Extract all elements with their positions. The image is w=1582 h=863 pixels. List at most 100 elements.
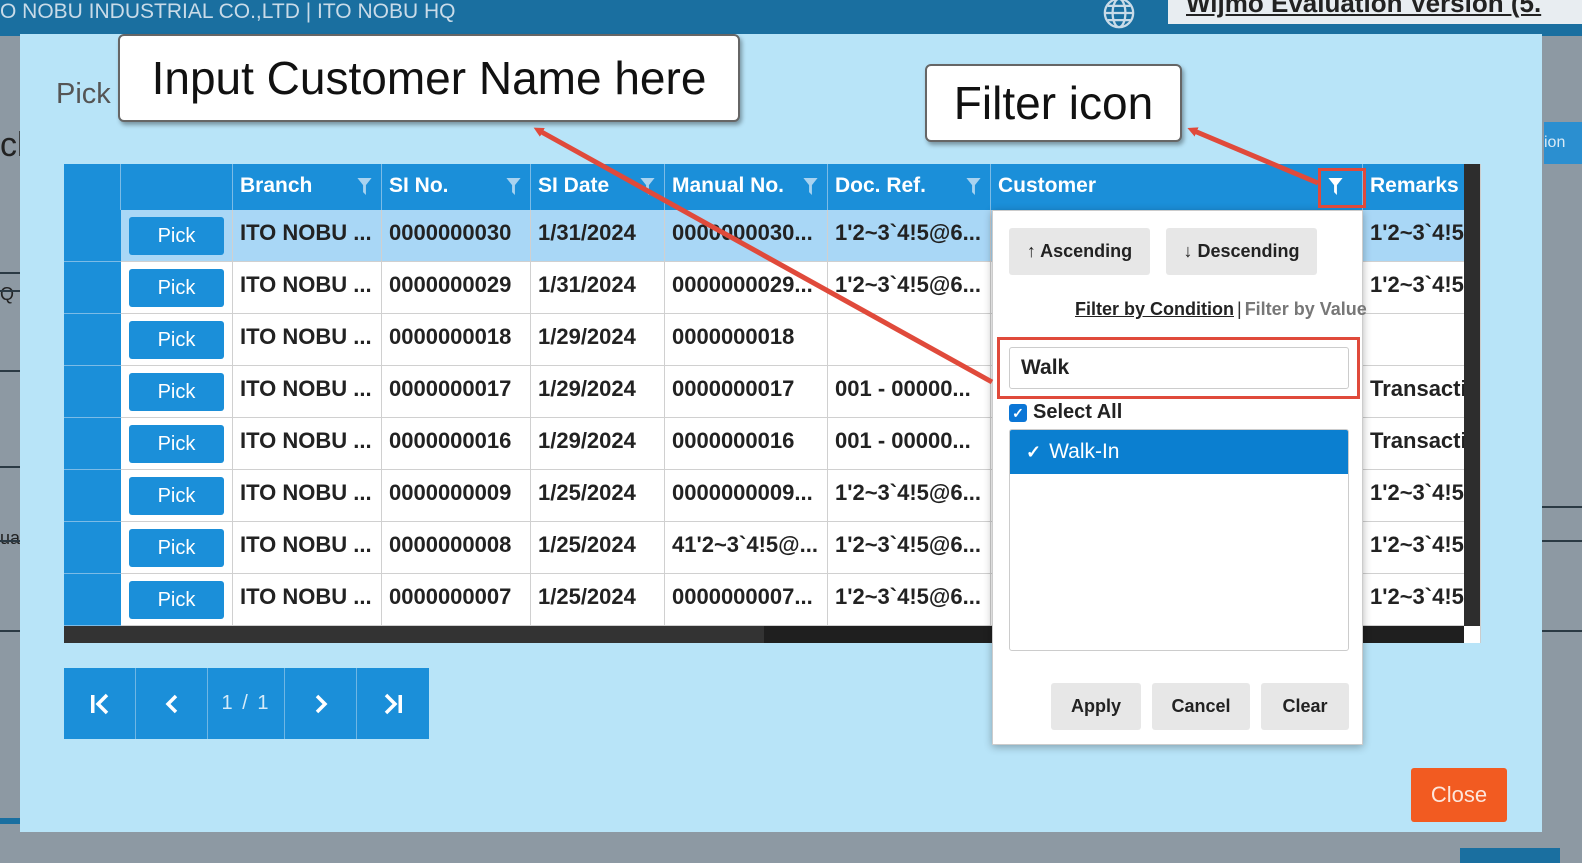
- column-header-doc-ref[interactable]: Doc. Ref.: [828, 164, 991, 210]
- column-header-branch[interactable]: Branch: [233, 164, 382, 210]
- pick-button[interactable]: Pick: [129, 477, 224, 515]
- cell-si-date[interactable]: 1/29/2024: [531, 366, 665, 418]
- cell-si-date[interactable]: 1/29/2024: [531, 418, 665, 470]
- row-header[interactable]: [64, 522, 121, 574]
- cell-si-no[interactable]: 0000000016: [382, 418, 531, 470]
- cell-si-no[interactable]: 0000000018: [382, 314, 531, 366]
- close-button[interactable]: Close: [1411, 768, 1507, 822]
- cell-si-no[interactable]: 0000000029: [382, 262, 531, 314]
- checkmark-icon[interactable]: ✓: [1026, 442, 1041, 463]
- cell-doc-ref[interactable]: 1'2~3`4!5@6...: [828, 574, 991, 626]
- list-item-walk-in[interactable]: ✓ Walk-In: [1010, 430, 1348, 474]
- select-all-checkbox[interactable]: ✓ Select All: [1009, 401, 1122, 424]
- cell-branch[interactable]: ITO NOBU ...: [233, 470, 382, 522]
- column-header-si-no[interactable]: SI No.: [382, 164, 531, 210]
- row-header-corner: [64, 164, 121, 210]
- cell-manual-no[interactable]: 0000000018: [665, 314, 828, 366]
- cell-manual-no[interactable]: 0000000030...: [665, 210, 828, 262]
- cell-branch[interactable]: ITO NOBU ...: [233, 210, 382, 262]
- cell-si-date[interactable]: 1/31/2024: [531, 210, 665, 262]
- cell-doc-ref[interactable]: [828, 314, 991, 366]
- prev-page-button[interactable]: [136, 668, 208, 739]
- cell-manual-no[interactable]: 0000000017: [665, 366, 828, 418]
- row-header[interactable]: [64, 574, 121, 626]
- pick-button[interactable]: Pick: [129, 581, 224, 619]
- column-label: Customer: [998, 174, 1097, 197]
- cell-branch[interactable]: ITO NOBU ...: [233, 366, 382, 418]
- background-divider: [1538, 506, 1582, 508]
- cell-branch[interactable]: ITO NOBU ...: [233, 522, 382, 574]
- column-label: Branch: [240, 174, 313, 197]
- row-header[interactable]: [64, 210, 121, 262]
- row-header[interactable]: [64, 470, 121, 522]
- filter-icon[interactable]: [640, 178, 655, 195]
- pick-cell: Pick: [121, 522, 233, 574]
- pick-cell: Pick: [121, 366, 233, 418]
- cell-manual-no[interactable]: 41'2~3`4!5@...: [665, 522, 828, 574]
- cancel-button[interactable]: Cancel: [1152, 683, 1250, 730]
- pick-button[interactable]: Pick: [129, 217, 224, 255]
- select-all-label: Select All: [1033, 401, 1123, 423]
- cell-si-date[interactable]: 1/25/2024: [531, 522, 665, 574]
- cell-si-date[interactable]: 1/29/2024: [531, 314, 665, 366]
- row-header[interactable]: [64, 418, 121, 470]
- cell-si-date[interactable]: 1/31/2024: [531, 262, 665, 314]
- vertical-scrollbar[interactable]: [1464, 164, 1480, 626]
- column-header-manual-no[interactable]: Manual No.: [665, 164, 828, 210]
- cell-doc-ref[interactable]: 1'2~3`4!5@6...: [828, 522, 991, 574]
- cell-manual-no[interactable]: 0000000029...: [665, 262, 828, 314]
- cell-si-no[interactable]: 0000000030: [382, 210, 531, 262]
- cell-si-no[interactable]: 0000000017: [382, 366, 531, 418]
- cell-branch[interactable]: ITO NOBU ...: [233, 418, 382, 470]
- column-filter-popup: ↑ Ascending ↓ Descending Filter by Condi…: [992, 210, 1367, 745]
- filter-by-condition-link[interactable]: Filter by Condition: [1075, 299, 1234, 319]
- first-page-button[interactable]: [64, 668, 136, 739]
- pick-button[interactable]: Pick: [129, 269, 224, 307]
- cell-manual-no[interactable]: 0000000016: [665, 418, 828, 470]
- filter-by-value-link[interactable]: Filter by Value: [1245, 299, 1367, 319]
- column-header-si-date[interactable]: SI Date: [531, 164, 665, 210]
- clear-button[interactable]: Clear: [1261, 683, 1349, 730]
- background-divider: [1538, 630, 1582, 632]
- pick-button[interactable]: Pick: [129, 321, 224, 359]
- checkbox-checked-icon[interactable]: ✓: [1009, 403, 1027, 422]
- pick-button[interactable]: Pick: [129, 373, 224, 411]
- pick-column-header: [121, 164, 233, 210]
- cell-doc-ref[interactable]: 001 - 00000...: [828, 366, 991, 418]
- cell-doc-ref[interactable]: 1'2~3`4!5@6...: [828, 210, 991, 262]
- pick-button[interactable]: Pick: [129, 425, 224, 463]
- last-page-button[interactable]: [357, 668, 429, 739]
- filter-icon[interactable]: [803, 178, 818, 195]
- cell-doc-ref[interactable]: 1'2~3`4!5@6...: [828, 470, 991, 522]
- cell-si-no[interactable]: 0000000007: [382, 574, 531, 626]
- cell-si-date[interactable]: 1/25/2024: [531, 470, 665, 522]
- column-label: Doc. Ref.: [835, 174, 927, 197]
- sort-descending-button[interactable]: ↓ Descending: [1166, 228, 1317, 275]
- row-header[interactable]: [64, 366, 121, 418]
- pick-button[interactable]: Pick: [129, 529, 224, 567]
- cell-manual-no[interactable]: 0000000007...: [665, 574, 828, 626]
- filter-value-list[interactable]: ✓ Walk-In: [1009, 429, 1349, 651]
- apply-button[interactable]: Apply: [1051, 683, 1141, 730]
- cell-branch[interactable]: ITO NOBU ...: [233, 314, 382, 366]
- callout-filter-icon: Filter icon: [925, 64, 1182, 142]
- cell-si-no[interactable]: 0000000008: [382, 522, 531, 574]
- row-header[interactable]: [64, 262, 121, 314]
- cell-branch[interactable]: ITO NOBU ...: [233, 574, 382, 626]
- cell-doc-ref[interactable]: 001 - 00000...: [828, 418, 991, 470]
- scrollbar-thumb[interactable]: [64, 626, 764, 643]
- cell-manual-no[interactable]: 0000000009...: [665, 470, 828, 522]
- cell-si-date[interactable]: 1/25/2024: [531, 574, 665, 626]
- sort-ascending-button[interactable]: ↑ Ascending: [1009, 228, 1150, 275]
- background-button: [1460, 848, 1560, 863]
- next-page-button[interactable]: [285, 668, 357, 739]
- cell-si-no[interactable]: 0000000009: [382, 470, 531, 522]
- filter-icon[interactable]: [966, 178, 981, 195]
- globe-icon[interactable]: [1102, 0, 1136, 30]
- cell-doc-ref[interactable]: 1'2~3`4!5@6...: [828, 262, 991, 314]
- cell-branch[interactable]: ITO NOBU ...: [233, 262, 382, 314]
- row-header[interactable]: [64, 314, 121, 366]
- filter-icon[interactable]: [357, 178, 372, 195]
- filter-icon[interactable]: [506, 178, 521, 195]
- column-header-customer[interactable]: Customer: [991, 164, 1363, 210]
